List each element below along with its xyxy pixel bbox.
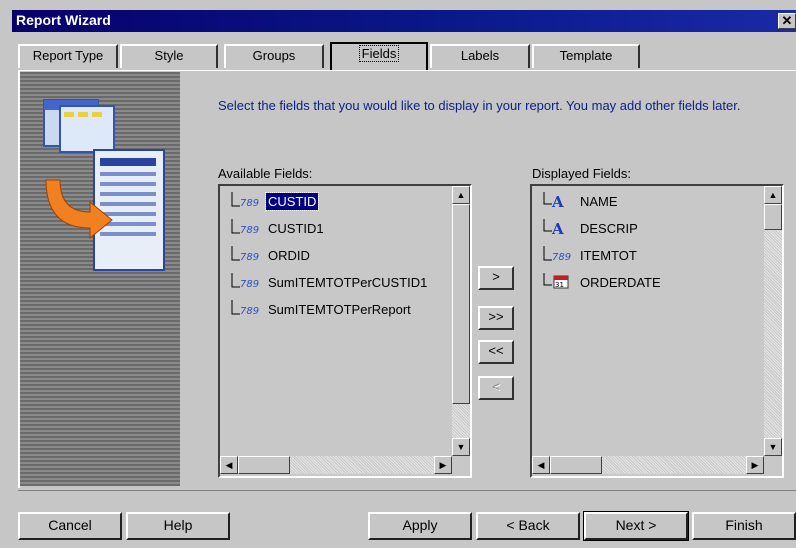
list-item[interactable]: A DESCRIP — [540, 217, 640, 239]
svg-text:789: 789 — [240, 306, 259, 317]
tab-strip: Report Type Style Groups Fields Labels T… — [18, 42, 796, 70]
title-bar[interactable]: Report Wizard ✕ — [12, 10, 796, 32]
cancel-button[interactable]: Cancel — [18, 512, 122, 540]
svg-text:A: A — [551, 193, 564, 210]
svg-text:789: 789 — [240, 198, 259, 209]
report-wizard-window: Report Wizard ✕ Report Type Style Groups… — [0, 0, 796, 548]
scroll-thumb[interactable] — [238, 456, 290, 474]
help-button[interactable]: Help — [126, 512, 230, 540]
number-field-icon: 789 — [543, 246, 571, 263]
tab-template[interactable]: Template — [532, 44, 640, 68]
number-field-icon: 789 — [231, 192, 259, 209]
list-item[interactable]: 31 ORDERDATE — [540, 271, 663, 293]
list-item[interactable]: 789 CUSTID — [228, 190, 320, 212]
displayed-vertical-scrollbar[interactable]: ▲ ▼ — [764, 186, 782, 456]
wizard-side-graphic — [20, 72, 180, 486]
tab-groups[interactable]: Groups — [224, 44, 324, 68]
date-field-icon: 31 — [543, 273, 569, 289]
scroll-down-button[interactable]: ▼ — [452, 438, 470, 456]
scroll-thumb[interactable] — [764, 204, 782, 230]
tab-fields[interactable]: Fields — [330, 42, 428, 70]
scroll-right-button[interactable]: ▶ — [434, 456, 452, 474]
svg-text:789: 789 — [240, 252, 259, 263]
scroll-up-button[interactable]: ▲ — [764, 186, 782, 204]
remove-all-fields-button[interactable]: << — [478, 340, 514, 364]
tab-labels[interactable]: Labels — [430, 44, 530, 68]
tab-report-type[interactable]: Report Type — [18, 44, 118, 68]
number-field-icon: 789 — [231, 219, 259, 236]
list-item[interactable]: 789 SumITEMTOTPerCUSTID1 — [228, 271, 429, 293]
finish-button[interactable]: Finish — [692, 512, 796, 540]
scroll-left-button[interactable]: ◀ — [220, 456, 238, 474]
displayed-fields-list[interactable]: A NAME A DESCRIP 789 ITEMTOT 31 ORDERDAT… — [530, 184, 784, 478]
available-fields-label: Available Fields: — [218, 166, 313, 181]
list-item[interactable]: 789 ITEMTOT — [540, 244, 639, 266]
close-button[interactable]: ✕ — [778, 13, 796, 29]
apply-button[interactable]: Apply — [368, 512, 472, 540]
text-field-icon: A — [543, 192, 564, 210]
report-illustration — [43, 99, 165, 271]
svg-text:A: A — [551, 220, 564, 237]
add-field-button[interactable]: > — [478, 266, 514, 290]
remove-field-button[interactable]: < — [478, 376, 514, 400]
scroll-thumb[interactable] — [452, 204, 470, 404]
next-button[interactable]: Next > — [583, 511, 689, 541]
scroll-left-button[interactable]: ◀ — [532, 456, 550, 474]
scroll-right-button[interactable]: ▶ — [746, 456, 764, 474]
scroll-down-button[interactable]: ▼ — [764, 438, 782, 456]
list-item[interactable]: 789 SumITEMTOTPerReport — [228, 298, 413, 320]
number-field-icon: 789 — [231, 246, 259, 263]
list-item[interactable]: A NAME — [540, 190, 620, 212]
displayed-horizontal-scrollbar[interactable]: ◀ ▶ — [532, 456, 764, 474]
scroll-thumb[interactable] — [550, 456, 602, 474]
svg-text:789: 789 — [240, 279, 259, 290]
list-item[interactable]: 789 CUSTID1 — [228, 217, 326, 239]
number-field-icon: 789 — [231, 300, 259, 317]
scroll-up-button[interactable]: ▲ — [452, 186, 470, 204]
number-field-icon: 789 — [231, 273, 259, 290]
svg-text:789: 789 — [552, 252, 571, 263]
text-field-icon: A — [543, 219, 564, 237]
available-vertical-scrollbar[interactable]: ▲ ▼ — [452, 186, 470, 456]
svg-text:789: 789 — [240, 225, 259, 236]
instructions-text: Select the fields that you would like to… — [218, 98, 741, 113]
list-item[interactable]: 789 ORDID — [228, 244, 312, 266]
tab-style[interactable]: Style — [120, 44, 218, 68]
window-title: Report Wizard — [16, 12, 111, 28]
add-all-fields-button[interactable]: >> — [478, 306, 514, 330]
svg-text:31: 31 — [555, 281, 564, 289]
available-horizontal-scrollbar[interactable]: ◀ ▶ — [220, 456, 452, 474]
displayed-fields-label: Displayed Fields: — [532, 166, 631, 181]
back-button[interactable]: < Back — [476, 512, 580, 540]
available-fields-list[interactable]: 789 CUSTID 789 CUSTID1 789 ORDID 789 Sum… — [218, 184, 472, 478]
